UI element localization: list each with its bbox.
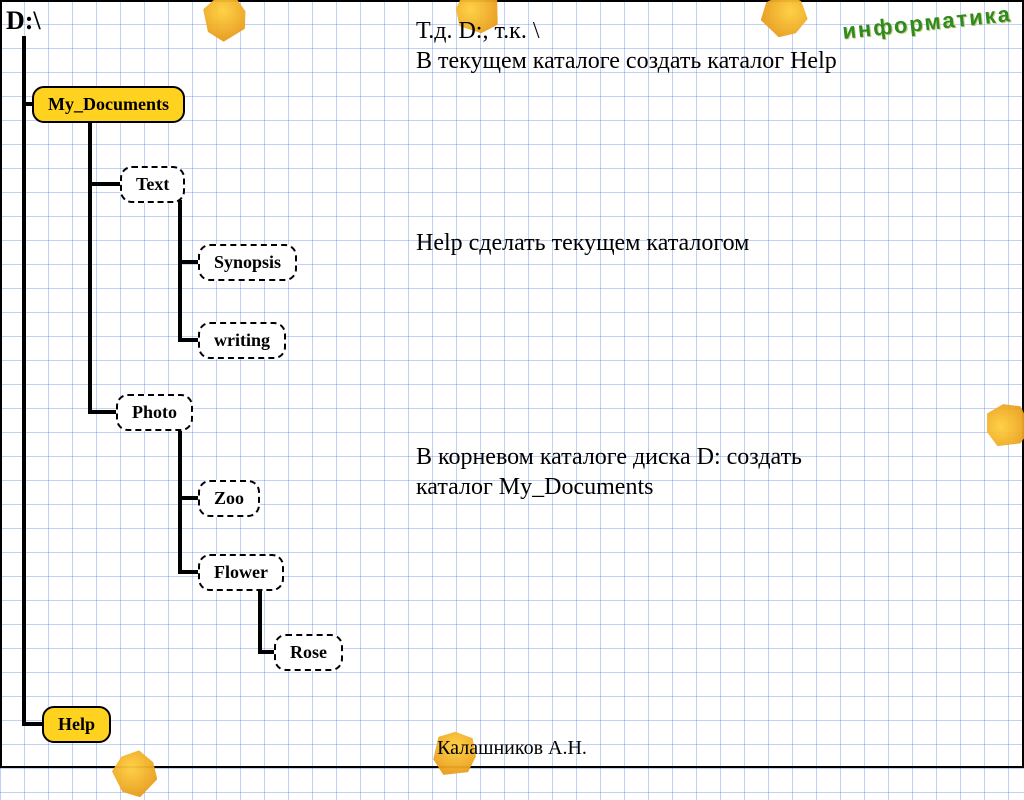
node-writing: writing [198, 322, 286, 359]
task-3-line-2: каталог My_Documents [416, 474, 653, 500]
connector [178, 570, 200, 574]
connector [22, 36, 26, 724]
node-text: Text [120, 166, 185, 203]
node-photo: Photo [116, 394, 193, 431]
node-rose: Rose [274, 634, 343, 671]
task-2: Help сделать текущем каталогом [416, 228, 749, 258]
task-1-line-2: В текущем каталоге создать каталог Help [416, 48, 837, 74]
node-flower: Flower [198, 554, 284, 591]
task-1-line-1: Т.д. D:, т.к. \ [416, 18, 539, 44]
author: Калашников А.Н. [2, 737, 1022, 760]
task-3: В корневом каталоге диска D: создать кат… [416, 442, 802, 502]
watermark: информатика [841, 1, 1013, 45]
task-1: Т.д. D:, т.к. \ В текущем каталоге созда… [416, 16, 837, 76]
node-synopsis: Synopsis [198, 244, 297, 281]
root-label: D:\ [6, 6, 41, 36]
node-my-documents: My_Documents [32, 86, 185, 123]
connector [88, 120, 92, 412]
connector [258, 586, 262, 652]
connector [88, 182, 122, 186]
leaf-icon [976, 394, 1024, 457]
connector [22, 722, 44, 726]
task-3-line-1: В корневом каталоге диска D: создать [416, 444, 802, 470]
connector [178, 260, 200, 264]
node-zoo: Zoo [198, 480, 260, 517]
connector [178, 200, 182, 340]
connector [178, 496, 200, 500]
connector [88, 410, 118, 414]
leaf-icon [194, 0, 255, 48]
task-2-text: Help сделать текущем каталогом [416, 230, 749, 256]
connector [178, 338, 200, 342]
